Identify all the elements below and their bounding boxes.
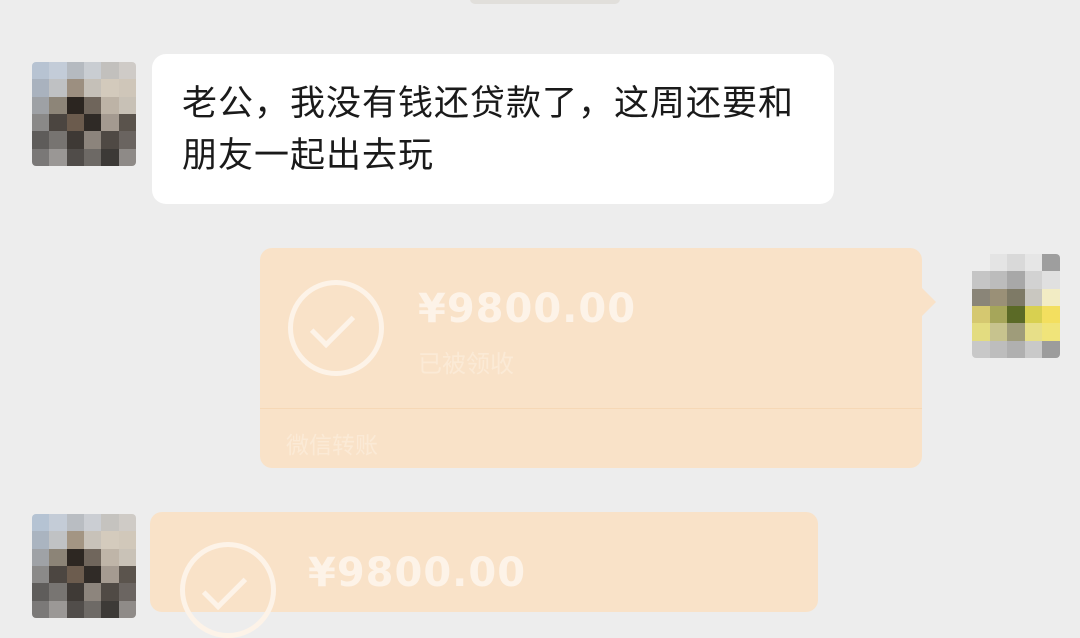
transfer-source-label: 微信转账 (286, 433, 378, 459)
incoming-transfer-card[interactable]: ¥9800.00 (150, 512, 818, 638)
transfer-amount: ¥9800.00 (308, 550, 527, 596)
transfer-amount: ¥9800.00 (418, 286, 637, 332)
card-divider (260, 408, 922, 409)
self-avatar[interactable] (972, 254, 1060, 358)
transfer-status: 已被领收 (418, 350, 514, 378)
previous-message-remnant (470, 0, 620, 4)
message-text: 老公，我没有钱还贷款了，这周还要和朋友一起出去玩 (182, 84, 795, 176)
contact-avatar[interactable] (32, 514, 136, 618)
incoming-text-bubble[interactable]: 老公，我没有钱还贷款了，这周还要和朋友一起出去玩 (152, 54, 834, 204)
contact-avatar[interactable] (32, 62, 136, 166)
check-circle-icon (288, 280, 384, 376)
check-circle-icon (180, 542, 276, 638)
outgoing-transfer-card[interactable]: ¥9800.00 已被领收 微信转账 (260, 248, 936, 468)
